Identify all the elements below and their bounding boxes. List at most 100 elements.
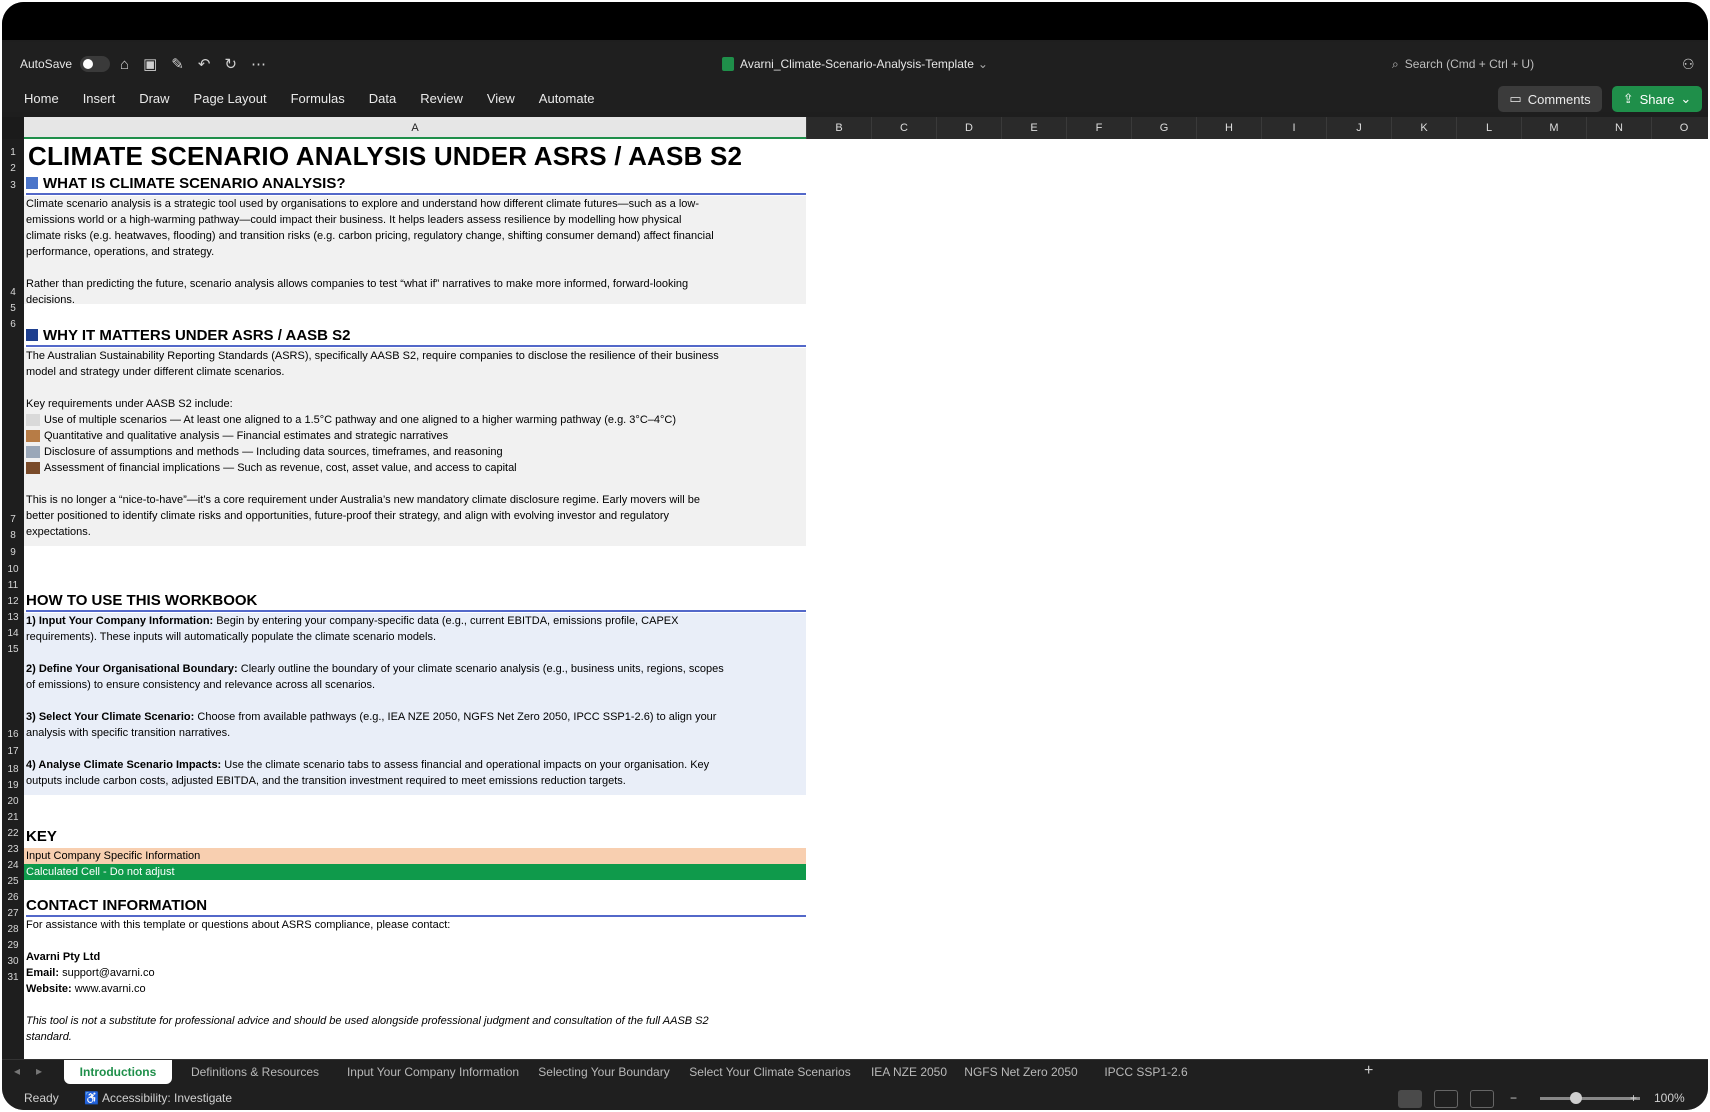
sheet-tab[interactable]: Definitions & Resources [180,1060,330,1084]
sheet-tab[interactable]: NGFS Net Zero 2050 [960,1060,1082,1084]
column-header-g[interactable]: G [1131,117,1196,139]
column-header-b[interactable]: B [806,117,871,139]
row-header[interactable]: 12 [2,596,24,607]
key-input-cell[interactable]: Input Company Specific Information [24,848,806,864]
row-header[interactable]: 15 [2,644,24,655]
row-header[interactable]: 19 [2,780,24,791]
add-sheet-icon[interactable]: + [1364,1062,1373,1080]
row-header[interactable]: 28 [2,924,24,935]
sheet-tab[interactable]: Selecting Your Boundary [536,1060,672,1084]
row-header[interactable]: 27 [2,908,24,919]
row-header[interactable]: 22 [2,828,24,839]
ribbon-tab-automate[interactable]: Automate [527,86,607,112]
page-layout-view-icon[interactable] [1434,1090,1458,1108]
comments-button[interactable]: ▭ Comments [1498,86,1602,112]
column-header-n[interactable]: N [1586,117,1651,139]
undo-icon[interactable]: ↶ [198,55,211,73]
row-header[interactable]: 11 [2,580,24,591]
sheet-tab[interactable]: IPCC SSP1-2.6 [1092,1060,1200,1084]
autosave-toggle[interactable] [80,56,111,72]
row-header[interactable]: 1 [2,147,24,158]
ribbon-tab-view[interactable]: View [475,86,527,112]
ribbon-tab-review[interactable]: Review [408,86,475,112]
sheet-tab[interactable]: IEA NZE 2050 [868,1060,950,1084]
tab-scroll-left-icon[interactable]: ◂ [14,1064,20,1078]
column-header-d[interactable]: D [936,117,1001,139]
row-header[interactable]: 29 [2,940,24,951]
row-header[interactable]: 26 [2,892,24,903]
row-header[interactable]: 16 [2,729,24,740]
ribbon-tab-page-layout[interactable]: Page Layout [182,86,279,112]
chevron-down-icon: ⌄ [1680,91,1692,106]
section-how-body: 1) Input Your Company Information: Begin… [24,613,806,795]
section-heading-text: WHY IT MATTERS UNDER ASRS / AASB S2 [43,327,351,344]
row-header[interactable]: 8 [2,530,24,541]
column-header-e[interactable]: E [1001,117,1066,139]
row-header[interactable]: 23 [2,844,24,855]
row-header[interactable]: 4 [2,287,24,298]
sheet-tab[interactable]: Select Your Climate Scenarios [682,1060,858,1084]
sheet-tab[interactable]: Input Your Company Information [340,1060,526,1084]
ribbon-tab-formulas[interactable]: Formulas [279,86,357,112]
more-icon[interactable]: ⋯ [251,55,266,73]
zoom-out-icon[interactable]: − [1510,1087,1517,1110]
search-box[interactable]: ⌕ Search (Cmd + Ctrl + U) [1392,42,1534,86]
column-header-h[interactable]: H [1196,117,1261,139]
row-header[interactable]: 7 [2,514,24,525]
ribbon-tab-data[interactable]: Data [357,86,408,112]
save-icon[interactable]: ▣ [143,55,157,73]
column-header-o[interactable]: O [1651,117,1708,139]
column-header-l[interactable]: L [1456,117,1521,139]
zoom-slider-knob[interactable] [1570,1092,1582,1104]
column-header-j[interactable]: J [1326,117,1391,139]
row-header[interactable]: 13 [2,612,24,623]
ribbon-tab-home[interactable]: Home [12,86,71,112]
row-header[interactable]: 25 [2,876,24,887]
row-header[interactable]: 2 [2,163,24,174]
save-as-icon[interactable]: ✎ [171,55,184,73]
column-header-a[interactable]: A [24,117,806,139]
row-header[interactable]: 5 [2,303,24,314]
row-header[interactable]: 20 [2,796,24,807]
column-header-f[interactable]: F [1066,117,1131,139]
row-header[interactable]: 18 [2,764,24,775]
accessibility-status[interactable]: Accessibility: Investigate [102,1087,232,1110]
row-header[interactable]: 14 [2,628,24,639]
ribbon-tab-draw[interactable]: Draw [127,86,181,112]
zoom-slider[interactable] [1540,1097,1640,1100]
column-header-k[interactable]: K [1391,117,1456,139]
page-break-view-icon[interactable] [1470,1090,1494,1108]
row-header[interactable]: 3 [2,180,24,191]
paragraph-line: emissions world or a high-warming pathwa… [26,214,682,226]
row-header[interactable]: 10 [2,564,24,575]
home-icon[interactable]: ⌂ [120,56,129,73]
share-button[interactable]: ⇪ Share ⌄ [1612,86,1702,112]
select-all-corner[interactable] [2,117,24,139]
sheet-tab[interactable]: Introductions [64,1060,172,1084]
redo-icon[interactable]: ↻ [224,55,237,73]
row-header[interactable]: 30 [2,956,24,967]
people-icon[interactable]: ⚇ [1682,42,1695,86]
window-top-strip [2,2,1708,40]
list-item: Quantitative and qualitative analysis — … [26,428,804,444]
paragraph-line: better positioned to identify climate ri… [26,510,670,522]
row-header[interactable]: 17 [2,746,24,757]
row-header[interactable]: 6 [2,319,24,330]
column-header-m[interactable]: M [1521,117,1586,139]
document-title[interactable]: Avarni_Climate-Scenario-Analysis-Templat… [722,42,988,86]
row-header[interactable]: 31 [2,972,24,983]
list-item-text: Assessment of financial implications — S… [44,462,517,474]
ribbon-tab-insert[interactable]: Insert [71,86,128,112]
zoom-in-icon[interactable]: + [1630,1087,1637,1110]
step-label: 3) Select Your Climate Scenario: [26,711,195,723]
column-header-c[interactable]: C [871,117,936,139]
cell-area[interactable]: CLIMATE SCENARIO ANALYSIS UNDER ASRS / A… [24,139,806,1059]
row-header[interactable]: 24 [2,860,24,871]
paragraph-line: This is no longer a “nice-to-have”—it’s … [26,494,700,506]
tab-scroll-right-icon[interactable]: ▸ [36,1064,42,1078]
row-header[interactable]: 9 [2,547,24,558]
key-calculated-cell[interactable]: Calculated Cell - Do not adjust [24,864,806,880]
normal-view-icon[interactable] [1398,1090,1422,1108]
row-header[interactable]: 21 [2,812,24,823]
column-header-i[interactable]: I [1261,117,1326,139]
